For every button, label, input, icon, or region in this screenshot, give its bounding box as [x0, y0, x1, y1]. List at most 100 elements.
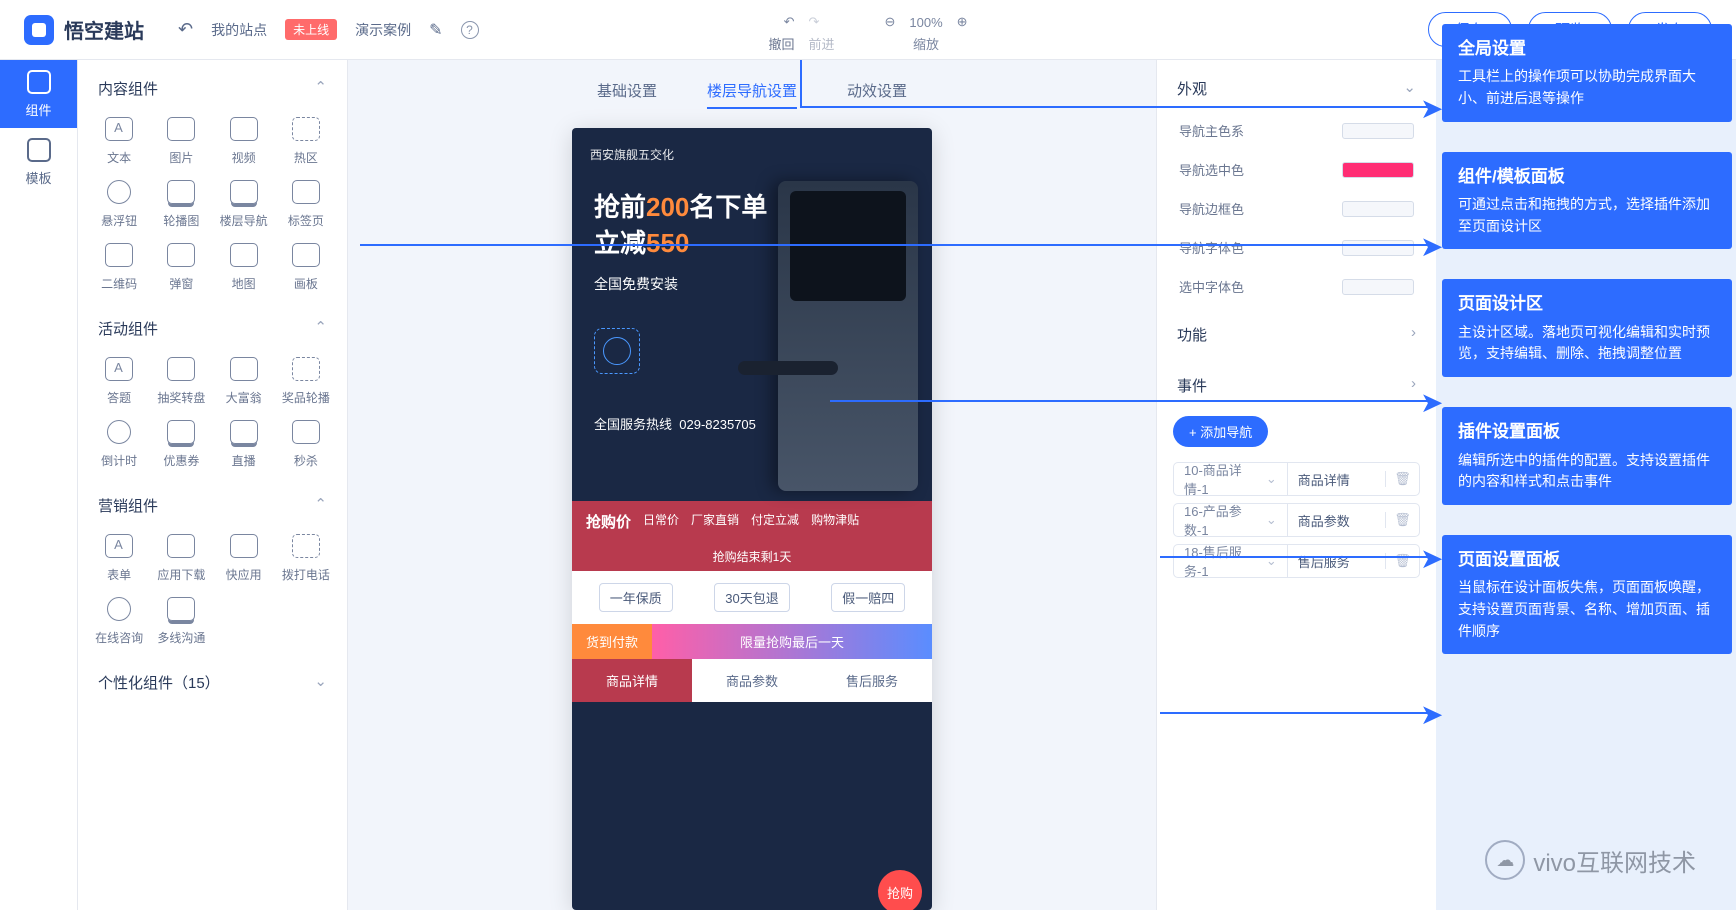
component-item[interactable]: 弹窗	[152, 243, 210, 292]
zoom-out-icon[interactable]: ⊖	[884, 14, 895, 30]
component-item[interactable]: 标签页	[277, 180, 335, 229]
component-label: 楼层导航	[220, 212, 268, 229]
component-item[interactable]: 轮播图	[152, 180, 210, 229]
component-item[interactable]: 应用下载	[152, 534, 210, 583]
component-item[interactable]: 拨打电话	[277, 534, 335, 583]
component-item[interactable]: 视频	[215, 117, 273, 166]
component-icon	[107, 180, 131, 204]
section-personal-header[interactable]: 个性化组件（15） ⌄	[78, 654, 347, 703]
section-content-title: 内容组件	[98, 78, 158, 99]
component-item[interactable]: 优惠券	[152, 420, 210, 469]
component-item[interactable]: 图片	[152, 117, 210, 166]
tab-basic[interactable]: 基础设置	[597, 80, 657, 109]
component-label: 轮播图	[163, 212, 199, 229]
component-item[interactable]: 快应用	[215, 534, 273, 583]
component-label: 图片	[169, 149, 193, 166]
nav-main-color-row[interactable]: 导航主色系	[1173, 111, 1420, 150]
nav-font-color-row[interactable]: 导航字体色	[1173, 228, 1420, 267]
component-label: 大富翁	[226, 389, 262, 406]
delete-icon[interactable]: 🗑	[1385, 471, 1419, 487]
nav-border-color-row[interactable]: 导航边框色	[1173, 189, 1420, 228]
zoom-in-icon[interactable]: ⊕	[957, 14, 968, 30]
connector-line	[830, 400, 1430, 402]
component-item[interactable]: 多线沟通	[152, 597, 210, 646]
component-item[interactable]: 画板	[277, 243, 335, 292]
appearance-section[interactable]: 外观⌄	[1173, 60, 1420, 111]
redo-icon[interactable]: ↷	[808, 14, 819, 30]
component-label: 在线咨询	[95, 629, 143, 646]
buy-button[interactable]: 抢购	[878, 870, 922, 910]
component-item[interactable]: 秒杀	[277, 420, 335, 469]
component-icon	[230, 357, 258, 381]
event-select[interactable]: 18-售后服务-1 ⌄	[1174, 545, 1288, 577]
component-item[interactable]: 热区	[277, 117, 335, 166]
event-select[interactable]: 10-商品详情-1 ⌄	[1174, 463, 1288, 495]
zoom-value: 100%	[909, 15, 942, 30]
component-label: 优惠券	[163, 452, 199, 469]
undo-icon[interactable]: ↶	[784, 14, 795, 30]
event-select[interactable]: 16-产品参数-1 ⌄	[1174, 504, 1288, 536]
add-nav-button[interactable]: + 添加导航	[1173, 416, 1268, 447]
tab-floor-nav[interactable]: 楼层导航设置	[707, 80, 797, 109]
chevron-right-icon: ›	[1411, 324, 1416, 345]
component-item[interactable]: 在线咨询	[90, 597, 148, 646]
event-row[interactable]: 18-售后服务-1 ⌄售后服务🗑	[1173, 544, 1420, 578]
arrow-icon: ➤	[1420, 698, 1443, 731]
function-section[interactable]: 功能›	[1173, 306, 1420, 357]
event-row[interactable]: 10-商品详情-1 ⌄商品详情🗑	[1173, 462, 1420, 496]
back-icon[interactable]: ↶	[178, 19, 193, 40]
component-icon	[167, 597, 195, 621]
connector-line	[1160, 712, 1430, 714]
component-label: 秒杀	[294, 452, 318, 469]
event-row[interactable]: 16-产品参数-1 ⌄商品参数🗑	[1173, 503, 1420, 537]
component-item[interactable]: 奖品轮播	[277, 357, 335, 406]
rail-templates[interactable]: 模板	[0, 128, 77, 196]
component-item[interactable]: 抽奖转盘	[152, 357, 210, 406]
component-item[interactable]: 直播	[215, 420, 273, 469]
component-item[interactable]: 表单	[90, 534, 148, 583]
component-item[interactable]: 地图	[215, 243, 273, 292]
component-item[interactable]: 悬浮钮	[90, 180, 148, 229]
component-icon	[230, 420, 258, 444]
activity-grid: 答题 抽奖转盘大富翁奖品轮播倒计时 优惠券直播秒杀	[78, 349, 347, 477]
component-label: 热区	[294, 149, 318, 166]
event-name: 商品参数	[1288, 511, 1385, 530]
chevron-down-icon: ⌄	[314, 672, 327, 693]
delete-icon[interactable]: 🗑	[1385, 512, 1419, 528]
component-item[interactable]: 二维码	[90, 243, 148, 292]
left-rail: 组件 模板	[0, 60, 78, 910]
component-icon	[230, 117, 258, 141]
my-sites-link[interactable]: 我的站点	[211, 20, 267, 40]
selected-font-color-row[interactable]: 选中字体色	[1173, 267, 1420, 306]
settings-panel: 外观⌄ 导航主色系 导航选中色 导航边框色 导航字体色 选中字体色 功能› 事件…	[1156, 60, 1436, 910]
component-item[interactable]: 文本	[90, 117, 148, 166]
component-label: 文本	[107, 149, 131, 166]
mockup-countdown: 抢购结束剩1天	[572, 542, 932, 571]
component-label: 多线沟通	[157, 629, 205, 646]
component-label: 标签页	[288, 212, 324, 229]
redo-label: 前进	[808, 34, 834, 53]
logo-icon	[24, 15, 54, 45]
connector-line	[360, 244, 1430, 246]
app-logo: 悟空建站	[24, 15, 144, 45]
rail-components[interactable]: 组件	[0, 60, 77, 128]
section-marketing-header[interactable]: 营销组件 ⌃	[78, 477, 347, 526]
component-item[interactable]: 倒计时	[90, 420, 148, 469]
component-label: 倒计时	[101, 452, 137, 469]
component-label: 答题	[107, 389, 131, 406]
nav-selected-color-row[interactable]: 导航选中色	[1173, 150, 1420, 189]
tab-effects[interactable]: 动效设置	[847, 80, 907, 109]
edit-icon[interactable]: ✎	[429, 20, 442, 40]
section-activity-header[interactable]: 活动组件 ⌃	[78, 300, 347, 349]
component-label: 弹窗	[169, 275, 193, 292]
component-icon	[292, 420, 320, 444]
components-icon	[27, 70, 51, 94]
component-item[interactable]: 大富翁	[215, 357, 273, 406]
component-item[interactable]: 楼层导航	[215, 180, 273, 229]
section-content-header[interactable]: 内容组件 ⌃	[78, 60, 347, 109]
help-icon[interactable]: ?	[461, 21, 479, 39]
component-item[interactable]: 答题	[90, 357, 148, 406]
demo-case-link[interactable]: 演示案例	[355, 20, 411, 40]
rail-templates-label: 模板	[25, 168, 51, 187]
live-status-badge: 未上线	[285, 19, 337, 40]
